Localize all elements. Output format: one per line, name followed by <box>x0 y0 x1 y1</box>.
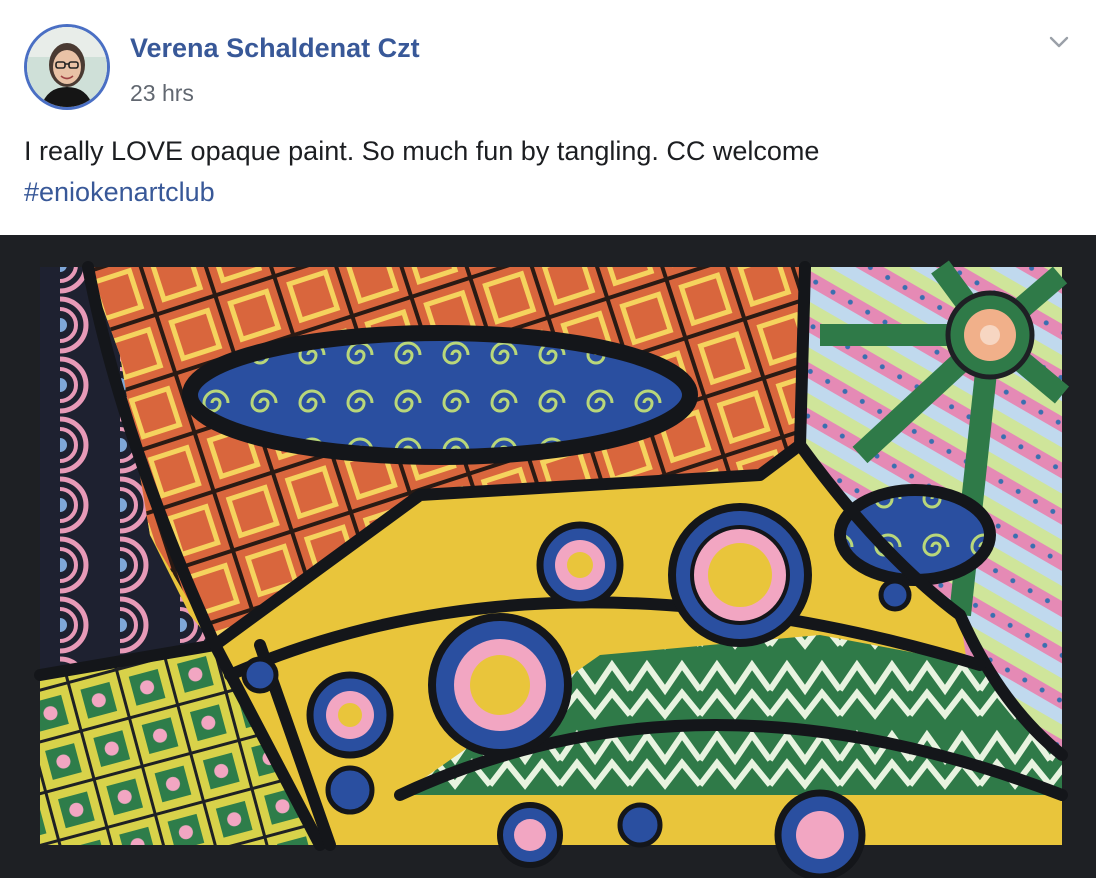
hashtag-link[interactable]: #eniokenartclub <box>24 177 215 208</box>
author-name[interactable]: Verena Schaldenat Czt <box>130 33 420 64</box>
profile-photo <box>27 27 107 107</box>
chevron-down-icon[interactable] <box>1044 30 1074 54</box>
post-image[interactable] <box>0 235 1096 878</box>
post-timestamp[interactable]: 23 hrs <box>130 80 194 107</box>
artwork-painting <box>0 235 1096 878</box>
avatar[interactable] <box>24 24 110 110</box>
post-header: Verena Schaldenat Czt 23 hrs <box>0 0 1096 130</box>
post-text: I really LOVE opaque paint. So much fun … <box>24 136 820 166</box>
